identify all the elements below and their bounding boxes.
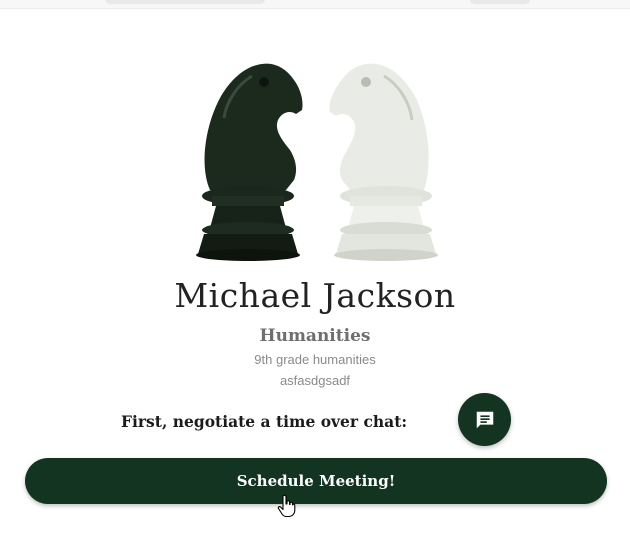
teacher-name: Michael Jackson — [174, 276, 456, 315]
open-chat-button[interactable] — [458, 393, 511, 446]
chat-message-icon — [476, 411, 493, 428]
top-bar-segment — [470, 0, 530, 4]
schedule-meeting-button[interactable]: Schedule Meeting! — [25, 458, 607, 504]
profile-page: Michael Jackson Humanities 9th grade hum… — [0, 0, 630, 543]
black-knight-icon — [196, 63, 303, 261]
teacher-description: 9th grade humanities — [254, 352, 376, 367]
profile-image — [190, 58, 440, 264]
teacher-subject: Humanities — [259, 326, 371, 346]
top-bar — [0, 0, 630, 9]
hand-cursor-icon — [277, 494, 296, 518]
white-knight-icon — [329, 63, 438, 261]
chess-knights-icon — [196, 63, 438, 261]
top-bar-segment — [105, 0, 265, 4]
chat-prompt-text: First, negotiate a time over chat: — [121, 412, 408, 431]
teacher-description-extra: asfasdgsadf — [279, 373, 351, 388]
